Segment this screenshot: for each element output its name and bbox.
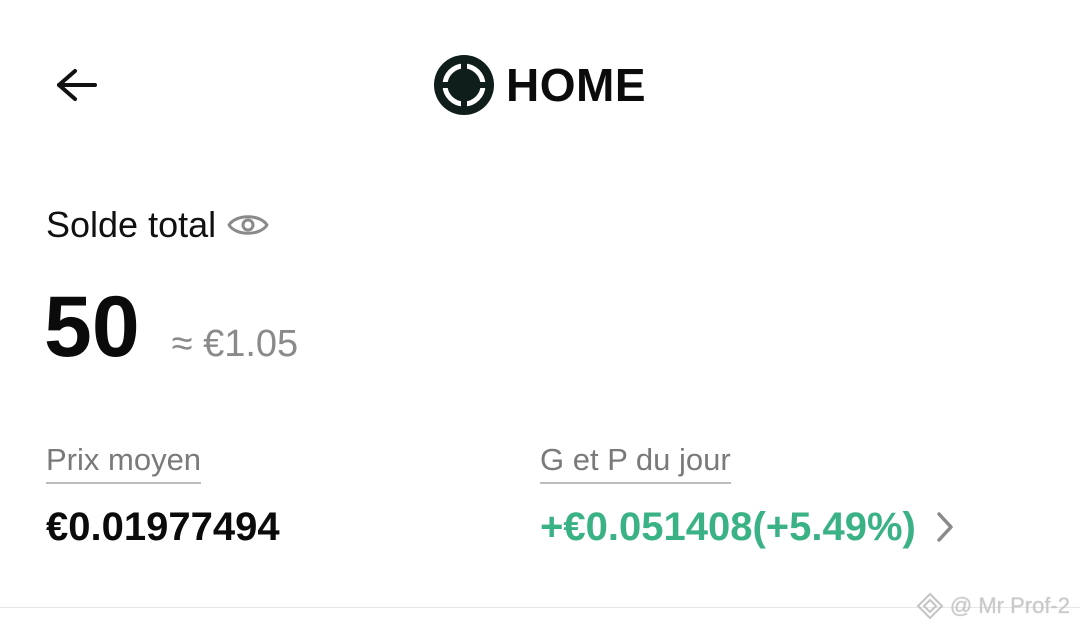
page-header: HOME	[0, 50, 1080, 120]
binance-diamond-icon	[916, 592, 944, 620]
daily-pnl-row[interactable]: +€0.051408(+5.49%)	[540, 504, 956, 550]
daily-pnl-value: +€0.051408(+5.49%)	[540, 505, 916, 549]
chevron-right-icon	[937, 512, 953, 542]
balance-label-row: Solde total	[46, 204, 270, 246]
watermark: @ Mr Prof-2	[916, 592, 1070, 620]
target-coin-icon	[434, 55, 494, 115]
average-price-value: €0.01977494	[46, 505, 280, 549]
page-title: HOME	[506, 59, 646, 111]
balance-fiat-estimate: ≈ €1.05	[171, 323, 299, 365]
watermark-text: @ Mr Prof-2	[949, 593, 1070, 618]
balance-amount: 50	[44, 279, 140, 375]
balance-row: 50 ≈ €1.05	[44, 284, 298, 370]
balance-label: Solde total	[46, 204, 217, 245]
toggle-visibility-button[interactable]	[226, 210, 270, 240]
eye-icon	[227, 215, 269, 235]
daily-pnl-label[interactable]: G et P du jour	[540, 442, 731, 484]
average-price-label[interactable]: Prix moyen	[46, 442, 202, 484]
